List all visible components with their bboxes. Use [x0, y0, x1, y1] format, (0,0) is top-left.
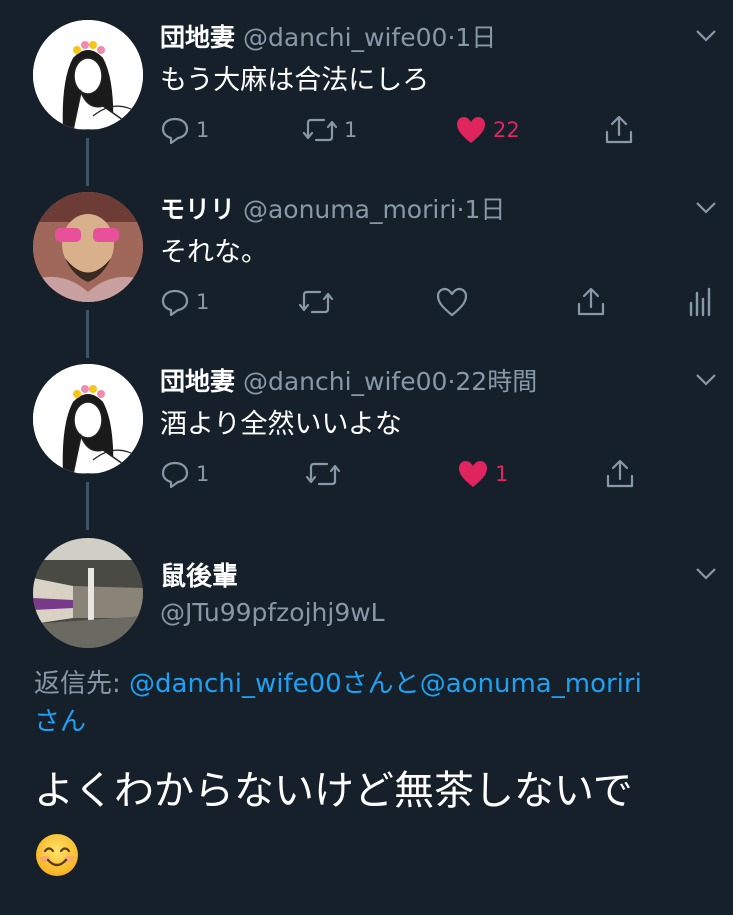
main-tweet-body: よくわからないけど無茶しないで: [34, 768, 633, 814]
retweet-button[interactable]: [305, 456, 341, 492]
retweet-icon: [302, 118, 338, 142]
timestamp[interactable]: 1日: [465, 195, 506, 224]
tweet-header: 団地妻 @danchi_wife00·1日: [160, 18, 496, 54]
like-button[interactable]: 22: [455, 112, 520, 148]
replying-to: 返信先: @danchi_wife00さんと@aonuma_moriri さん: [34, 665, 714, 741]
display-name[interactable]: 団地妻: [160, 367, 235, 396]
reply-button[interactable]: 1: [160, 456, 209, 492]
like-button[interactable]: 1: [457, 456, 508, 492]
smiling-face-emoji: [36, 834, 78, 876]
heart-icon: [457, 117, 485, 143]
user-handle[interactable]: @aonuma_moriri: [243, 195, 457, 224]
mention-link-danchi-wife[interactable]: @danchi_wife00: [129, 669, 342, 699]
avatar-danchi-wife[interactable]: [33, 364, 143, 474]
replying-to-suffix: さん: [34, 707, 87, 737]
separator-dot: ·: [456, 195, 465, 224]
share-button[interactable]: [605, 456, 635, 492]
timestamp[interactable]: 22時間: [455, 367, 537, 396]
retweet-icon: [305, 462, 341, 486]
reply-count: 1: [196, 462, 210, 486]
tweet-1[interactable]: 団地妻 @danchi_wife00·1日 もう大麻は合法にしろ 1 1 22: [0, 0, 733, 160]
share-icon: [606, 459, 634, 488]
analytics-button[interactable]: [688, 284, 712, 320]
user-handle[interactable]: @danchi_wife00: [243, 23, 447, 52]
reply-icon: [161, 117, 189, 145]
reply-count: 1: [196, 118, 210, 142]
retweet-button[interactable]: [298, 284, 334, 320]
user-handle[interactable]: @JTu99pfzojhj9wL: [160, 598, 385, 627]
share-button[interactable]: [576, 284, 606, 320]
tweet-text: 酒より全然いいよな: [160, 409, 402, 440]
reply-icon: [161, 461, 189, 489]
tweet-header: 団地妻 @danchi_wife00·22時間: [160, 362, 537, 398]
like-count: 22: [493, 118, 520, 142]
chevron-down-icon[interactable]: [693, 194, 719, 220]
reply-count: 1: [196, 290, 210, 314]
mention-link-aonuma-moriri[interactable]: @aonuma_moriri: [420, 669, 642, 699]
like-button[interactable]: [436, 284, 468, 320]
display-name[interactable]: モリリ: [160, 195, 235, 224]
tweet-3[interactable]: 団地妻 @danchi_wife00·22時間 酒より全然いいよな 1 1: [0, 344, 733, 504]
retweet-icon: [298, 290, 334, 314]
replying-to-conjunction: さんと: [341, 669, 420, 699]
share-icon: [577, 287, 605, 316]
tweet-text: もう大麻は合法にしろ: [160, 65, 430, 96]
main-tweet-text: よくわからないけど無茶しないで: [34, 760, 724, 884]
tweet-2[interactable]: モリリ @aonuma_moriri·1日 それな。 1: [0, 172, 733, 332]
reply-button[interactable]: 1: [160, 112, 209, 148]
heart-icon: [459, 461, 487, 487]
chevron-down-icon[interactable]: [693, 366, 719, 392]
share-icon: [605, 115, 633, 144]
tweet-header: モリリ @aonuma_moriri·1日: [160, 190, 505, 226]
chevron-down-icon[interactable]: [693, 22, 719, 48]
display-name[interactable]: 鼠後輩: [160, 556, 238, 593]
avatar-danchi-wife[interactable]: [33, 20, 143, 130]
user-handle[interactable]: @danchi_wife00: [243, 367, 447, 396]
reply-button[interactable]: 1: [160, 284, 209, 320]
retweet-count: 1: [344, 118, 358, 142]
timestamp[interactable]: 1日: [455, 23, 496, 52]
avatar-moriri[interactable]: [33, 192, 143, 302]
reply-icon: [161, 289, 189, 317]
analytics-icon: [689, 287, 711, 317]
replying-to-prefix: 返信先:: [34, 669, 130, 699]
heart-icon: [436, 287, 468, 317]
retweet-button[interactable]: 1: [302, 112, 357, 148]
display-name[interactable]: 団地妻: [160, 23, 235, 52]
chevron-down-icon[interactable]: [693, 560, 719, 586]
like-count: 1: [495, 462, 509, 486]
share-button[interactable]: [604, 112, 634, 148]
avatar-main-user[interactable]: [33, 538, 143, 648]
tweet-text: それな。: [160, 237, 268, 268]
